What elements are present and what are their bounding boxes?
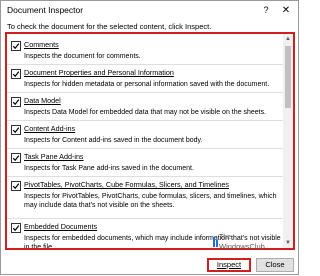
item-checkbox[interactable] [11, 181, 21, 191]
item-checkbox[interactable] [11, 223, 21, 233]
inspection-item: Document Properties and Personal Informa… [7, 64, 285, 93]
inspection-item: Data Model Inspects Data Model for embedd… [7, 92, 285, 121]
item-checkbox[interactable] [11, 153, 21, 163]
item-description: Inspects the document for comments. [24, 53, 141, 60]
watermark-line1: The [219, 234, 232, 241]
item-checkbox[interactable] [11, 97, 21, 107]
close-icon[interactable]: ✕ [280, 4, 292, 17]
checkmark-icon [12, 225, 20, 232]
title-bar: Document Inspector ? ✕ [1, 1, 298, 21]
item-title: Data Model [24, 96, 61, 105]
scroll-thumb[interactable] [285, 46, 291, 108]
checkmark-icon [12, 43, 20, 50]
watermark-line2: WindowsClub [219, 242, 265, 251]
item-description: Inspects for hidden metadata or personal… [24, 81, 270, 88]
item-title: Task Pane Add-ins [24, 152, 84, 161]
scroll-up-icon[interactable]: ▲ [283, 34, 293, 44]
item-description: Inspects Data Model for embedded data th… [24, 109, 267, 116]
help-button[interactable]: ? [260, 4, 272, 17]
item-title: PivotTables, PivotCharts, Cube Formulas,… [24, 180, 229, 189]
vertical-scrollbar[interactable]: ▲ ▼ [283, 34, 293, 248]
watermark-logo: The WindowsClub [213, 233, 273, 253]
document-inspector-dialog: Document Inspector ? ✕ To check the docu… [0, 0, 299, 275]
item-title: Content Add-ins [24, 124, 76, 133]
item-description: Inspects for PivotTables, PivotCharts, c… [24, 193, 277, 209]
dialog-title: Document Inspector [7, 5, 84, 15]
item-description: Inspects for Task Pane add-ins saved in … [24, 165, 194, 172]
item-checkbox[interactable] [11, 69, 21, 79]
checkmark-icon [12, 183, 20, 190]
inspection-item: Content Add-ins Inspects for Content add-… [7, 120, 285, 149]
inspect-button[interactable]: Inspect [207, 258, 251, 272]
inspection-item: Task Pane Add-ins Inspects for Task Pane … [7, 148, 285, 177]
inspect-button-label: Inspect [216, 260, 242, 269]
checkmark-icon [12, 127, 20, 134]
close-button[interactable]: Close [256, 258, 294, 272]
inspection-item: PivotTables, PivotCharts, Cube Formulas,… [7, 176, 285, 219]
inspection-list-viewport: Comments Inspects the document for commen… [7, 34, 285, 248]
scroll-down-icon[interactable]: ▼ [283, 238, 293, 248]
item-checkbox[interactable] [11, 125, 21, 135]
item-title: Document Properties and Personal Informa… [24, 68, 174, 77]
item-title: Embedded Documents [24, 222, 98, 231]
item-description: Inspects for Content add-ins saved in th… [24, 137, 203, 144]
checkmark-icon [12, 71, 20, 78]
checkmark-icon [12, 155, 20, 162]
item-title: Comments [24, 40, 59, 49]
checkmark-icon [12, 99, 20, 106]
inspection-item: Comments Inspects the document for commen… [7, 36, 285, 65]
instruction-text: To check the document for the selected c… [7, 22, 212, 31]
item-checkbox[interactable] [11, 41, 21, 51]
inspection-list: Comments Inspects the document for commen… [5, 32, 295, 250]
